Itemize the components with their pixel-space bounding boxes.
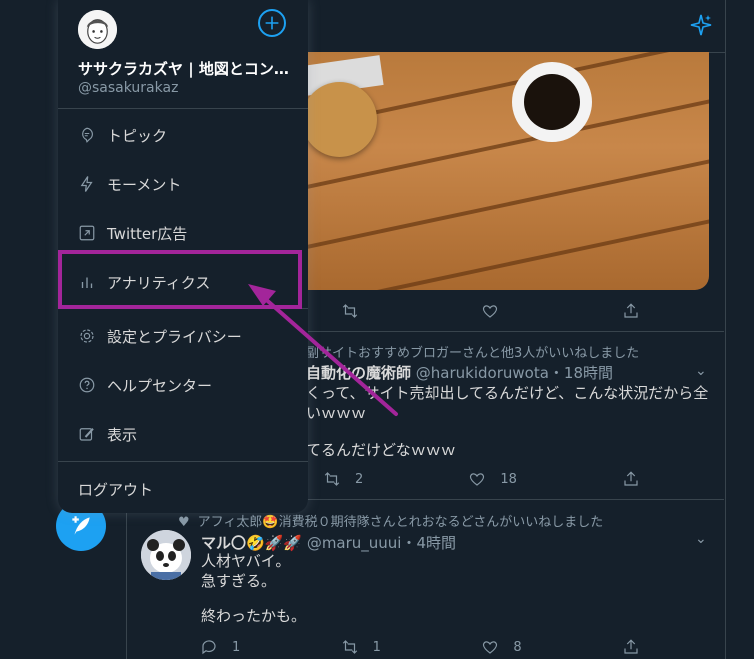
like-button[interactable]: 8 [481,637,522,657]
like-count: 18 [500,471,517,487]
tweet-time[interactable]: ・4時間 [401,534,456,552]
retweet-button[interactable] [341,301,359,321]
add-account-button[interactable] [258,9,286,37]
tweet-author-line: マル〇🤣🚀🚀 @maru_uuui・4時間 [201,532,456,553]
tweet-time[interactable]: ・18時間 [549,364,613,382]
analytics-highlight-box [58,250,302,309]
menu-item-label: 設定とプライバシー [107,327,242,346]
account-name[interactable]: ササクラカズヤ | 地図とコン… [78,58,293,79]
panda-avatar-icon [141,530,191,580]
like-button[interactable] [481,301,499,321]
lightning-icon [80,176,93,192]
menu-item-settings[interactable]: 設定とプライバシー [58,312,308,360]
heart-icon [470,473,485,486]
user-avatar-icon [78,10,117,49]
divider [58,108,308,109]
gear-icon [80,329,94,343]
avatar[interactable] [141,530,191,580]
share-icon [624,471,638,486]
retweet-icon [342,640,357,654]
tweet-author-line: 自動化の魔術師 @harukidoruwota・18時間 [306,362,613,383]
external-link-icon [79,225,95,241]
retweet-icon [342,304,357,318]
retweet-button[interactable]: 1 [341,637,381,657]
topic-icon [82,127,93,143]
menu-item-label: Twitter広告 [107,224,188,243]
question-icon [79,377,95,393]
menu-item-label: 表示 [107,425,138,444]
tweet-context: 副サイトおすすめブロガーさんと他3人がいいねしました [306,346,640,361]
heart-icon [483,305,498,318]
plus-icon [265,16,279,30]
heart-icon: ♥ [178,515,190,530]
share-button[interactable] [622,301,640,321]
menu-item-label: トピック [107,126,168,145]
tweet-author-name[interactable]: マル〇🤣🚀🚀 [201,534,302,552]
chevron-down-icon[interactable]: ⌄ [695,531,707,547]
account-handle[interactable]: @sasakurakaz [78,80,178,96]
tweet-author-name[interactable]: 自動化の魔術師 [306,364,411,382]
menu-item-display[interactable]: 表示 [58,410,308,458]
like-count: 8 [513,639,522,655]
menu-item-label: モーメント [107,175,182,194]
menu-item-topics[interactable]: トピック [58,111,308,159]
menu-item-label: ヘルプセンター [107,376,213,395]
sparkle-icon[interactable] [689,13,713,37]
like-button[interactable]: 18 [468,469,517,489]
tweet-author-handle[interactable]: @harukidoruwota [416,364,549,382]
retweet-count: 1 [372,639,381,655]
heart-icon [483,641,498,654]
share-button[interactable] [622,637,640,657]
retweet-icon [324,472,340,486]
share-icon [624,639,638,654]
feather-plus-icon [72,516,90,535]
chevron-down-icon[interactable]: ⌄ [695,363,707,379]
reply-count: 1 [232,639,241,655]
retweet-count: 2 [355,471,364,487]
tweet-context-text: アフィ太郎🤩消費税０期待隊さんとれおなるどさんがいいねしました [197,515,604,530]
share-icon [624,303,638,318]
retweet-button[interactable]: 2 [323,469,363,489]
reply-icon [202,640,216,655]
tweet-text-line: 終わったかも。 [201,607,307,625]
tweet-actions: 1 1 8 [200,637,640,657]
tweet-author-handle[interactable]: @maru_uuui [307,534,402,552]
tweet-text-line: くって、サイト売却出してるんだけど、こんな状況だから全 [306,384,709,402]
menu-item-moments[interactable]: モーメント [58,160,308,208]
display-brush-icon [79,428,94,441]
tweet-text-line: てるんだけどなｗｗｗ [306,441,456,459]
tweet-text-line: いｗｗｗ [306,404,367,422]
menu-item-help-center[interactable]: ヘルプセンター [58,361,308,409]
divider [58,461,308,462]
logout-button[interactable]: ログアウト [78,479,153,500]
tweet-text-line: 人材ヤバイ。 [201,552,291,570]
avatar[interactable] [78,10,117,49]
tweet-context: ♥ アフィ太郎🤩消費税０期待隊さんとれおなるどさんがいいねしました [178,511,603,530]
reply-button[interactable]: 1 [200,637,240,657]
share-button[interactable] [622,469,640,489]
tweet-text-line: 急すぎる。 [201,572,277,590]
